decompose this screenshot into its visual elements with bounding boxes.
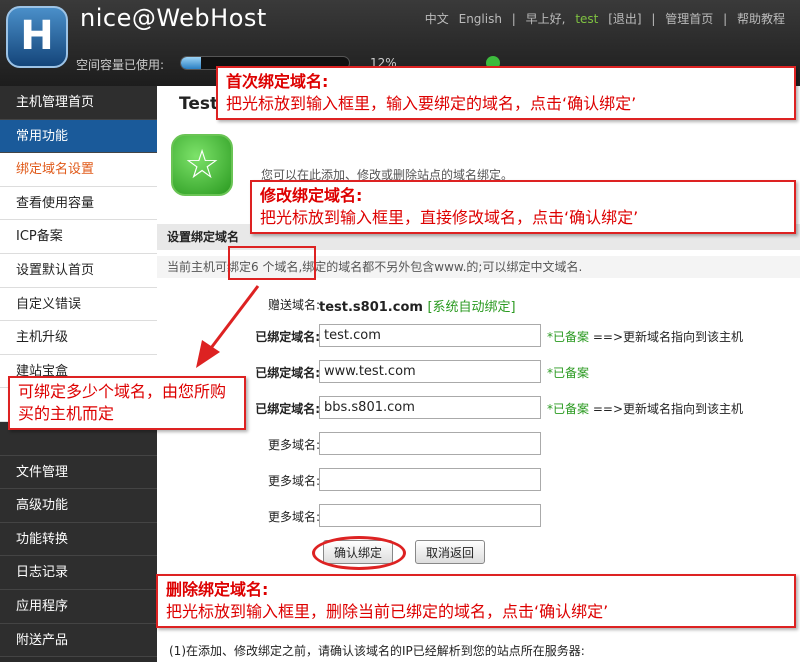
- record-status-note: *已备案 ==>更新域名指向到该主机: [547, 402, 744, 416]
- sidebar-item[interactable]: 设置默认首页: [0, 253, 157, 288]
- nav-divider: |: [651, 12, 656, 26]
- record-status-note: *已备案: [547, 366, 590, 380]
- lang-chinese-link[interactable]: 中文: [425, 12, 449, 26]
- greeting-text: 早上好,: [525, 12, 566, 26]
- username: test: [575, 12, 599, 26]
- sidebar: 主机管理首页 常用功能 绑定域名设置 查看使用容量 ICP备案 设置默认首页 自定义错误 主机…: [0, 86, 157, 662]
- nav-divider: |: [511, 12, 516, 26]
- sidebar-item[interactable]: 应用程序: [0, 589, 157, 624]
- domain-label: 更多域名:: [267, 474, 320, 488]
- record-status-note: *已备案 ==>更新域名指向到该主机: [547, 330, 744, 344]
- top-nav: 中文 English | 早上好, test [退出] | 管理首页 | 帮助教…: [422, 10, 788, 27]
- highlight-ring: [312, 536, 406, 570]
- domain-input[interactable]: [319, 432, 541, 455]
- lang-english-link[interactable]: English: [459, 12, 502, 26]
- domain-input[interactable]: [319, 360, 541, 383]
- gift-domain-value: test.s801.com [系统自动绑定]: [319, 300, 516, 315]
- star-icon: ☆: [171, 134, 233, 196]
- callout-first-bind: 首次绑定域名: 把光标放到输入框里，输入要绑定的域名，点击‘确认绑定’: [216, 66, 796, 120]
- brand-name: nice@WebHost: [80, 4, 267, 32]
- sidebar-item[interactable]: 查看使用容量: [0, 186, 157, 221]
- sidebar-item[interactable]: 主机升级: [0, 321, 157, 355]
- footnote: (1)在添加、修改绑定之前，请确认该域名的IP已经解析到您的站点所在服务器:: [169, 644, 585, 658]
- sidebar-item[interactable]: 日志记录: [0, 556, 157, 590]
- gift-domain-label: 赠送域名:: [267, 298, 320, 312]
- sidebar-item[interactable]: 主机管理首页: [0, 86, 157, 120]
- callout-bind-count: 可绑定多少个域名，由您所购买的主机而定: [8, 376, 246, 430]
- domain-row: 已绑定域名: *已备案 ==>更新域名指向到该主机: [157, 396, 800, 420]
- domain-label: 更多域名:: [267, 438, 320, 452]
- sidebar-item[interactable]: ICP备案: [0, 220, 157, 254]
- sidebar-item[interactable]: 绑定域名设置: [0, 153, 157, 187]
- usage-label: 空间容量已使用:: [76, 58, 165, 72]
- sidebar-item[interactable]: 常用功能: [0, 119, 157, 154]
- callout-delete-bind: 删除绑定域名: 把光标放到输入框里，删除当前已绑定的域名，点击‘确认绑定’: [156, 574, 796, 628]
- sidebar-item[interactable]: 功能转换: [0, 522, 157, 557]
- logo[interactable]: H: [6, 6, 68, 68]
- domain-label: 已绑定域名:: [255, 402, 320, 416]
- admin-home-link[interactable]: 管理首页: [665, 12, 713, 26]
- sidebar-item[interactable]: 文件管理: [0, 455, 157, 490]
- domain-row: 更多域名:: [157, 468, 800, 492]
- domain-row: 更多域名:: [157, 504, 800, 528]
- nav-divider: |: [723, 12, 728, 26]
- logout-link[interactable]: [退出]: [608, 12, 641, 26]
- domain-input[interactable]: [319, 396, 541, 419]
- domain-input[interactable]: [319, 324, 541, 347]
- domain-row: 更多域名:: [157, 432, 800, 456]
- domain-input[interactable]: [319, 468, 541, 491]
- domain-label: 更多域名:: [267, 510, 320, 524]
- callout-modify-bind: 修改绑定域名: 把光标放到输入框里，直接修改域名，点击‘确认绑定’: [250, 180, 796, 234]
- page-title: Test: [179, 94, 219, 114]
- domain-input[interactable]: [319, 504, 541, 527]
- usage-progress-fill: [181, 57, 202, 69]
- cancel-return-button[interactable]: 取消返回: [415, 540, 486, 564]
- help-link[interactable]: 帮助教程: [737, 12, 785, 26]
- sidebar-item[interactable]: 高级功能: [0, 489, 157, 523]
- highlight-box: [228, 246, 316, 280]
- button-row: 确认绑定 取消返回: [157, 540, 800, 564]
- red-arrow-icon: [196, 285, 260, 368]
- sidebar-item[interactable]: 自定义错误: [0, 287, 157, 322]
- sidebar-item[interactable]: 附送产品: [0, 623, 157, 658]
